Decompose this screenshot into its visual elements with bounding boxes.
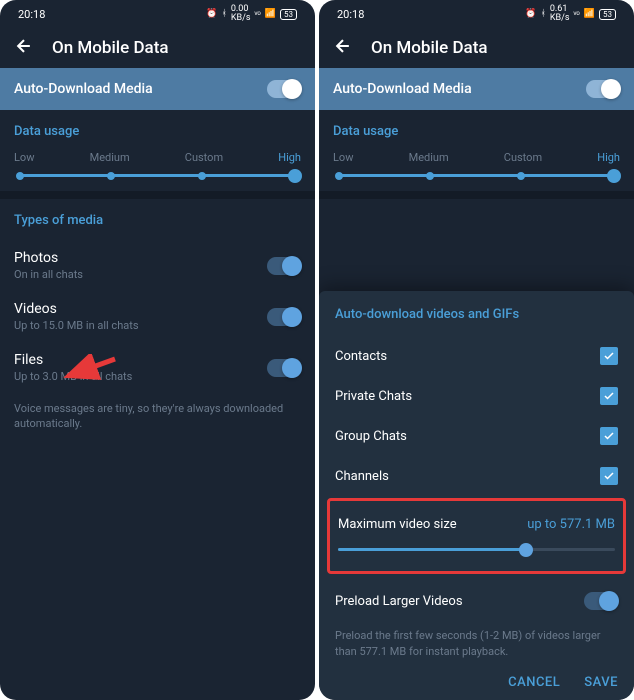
annotation-arrow-icon [60, 354, 120, 384]
slider-label-low: Low [14, 151, 34, 164]
dialog-actions: CANCEL SAVE [335, 667, 618, 690]
volte-icon: ᵛᵒ [254, 9, 260, 20]
banner-title: Auto-Download Media [333, 81, 472, 97]
videos-toggle[interactable] [267, 308, 301, 326]
photos-title: Photos [14, 250, 83, 266]
slider-label-low: Low [333, 151, 353, 164]
slider-thumb[interactable] [607, 169, 621, 183]
volte-icon: ᵛᵒ [573, 9, 579, 20]
page-title: On Mobile Data [371, 38, 488, 58]
page-title: On Mobile Data [52, 38, 169, 58]
preload-label: Preload Larger Videos [335, 594, 463, 609]
photos-toggle[interactable] [267, 257, 301, 275]
slider-labels: Low Medium Custom High [333, 151, 620, 164]
section-divider [319, 191, 634, 199]
auto-download-banner[interactable]: Auto-Download Media [0, 68, 315, 110]
banner-title: Auto-Download Media [14, 81, 153, 97]
phone-right: 20:18 ⏰ ᚼ 0.61KB/s ᵛᵒ 📶 53 On Mobile Dat… [319, 0, 634, 700]
slider-label-high: High [278, 151, 301, 164]
files-row[interactable]: Files Up to 3.0 MB in all chats [14, 342, 301, 393]
slider-label-medium: Medium [409, 151, 449, 164]
data-rate: 0.61KB/s [550, 5, 570, 23]
types-title: Types of media [14, 213, 301, 228]
videos-row[interactable]: Videos Up to 15.0 MB in all chats [14, 291, 301, 342]
signal-icon: 📶 [584, 9, 595, 19]
channels-checkbox[interactable] [600, 467, 618, 485]
max-size-row: Maximum video size up to 577.1 MB [338, 507, 615, 538]
max-size-label: Maximum video size [338, 517, 457, 532]
alarm-icon: ⏰ [206, 9, 217, 19]
files-toggle[interactable] [267, 359, 301, 377]
private-chats-row[interactable]: Private Chats [335, 376, 618, 416]
group-chats-label: Group Chats [335, 429, 407, 444]
contacts-checkbox[interactable] [600, 347, 618, 365]
save-button[interactable]: SAVE [584, 675, 618, 690]
battery-icon: 53 [599, 9, 616, 20]
channels-row[interactable]: Channels [335, 456, 618, 496]
cancel-button[interactable]: CANCEL [508, 675, 560, 690]
private-chats-checkbox[interactable] [600, 387, 618, 405]
auto-download-toggle[interactable] [586, 80, 620, 98]
status-time: 20:18 [18, 8, 45, 21]
photos-sub: On in all chats [14, 268, 83, 281]
slider-label-custom: Custom [504, 151, 542, 164]
alarm-icon: ⏰ [525, 9, 536, 19]
types-of-media-section: Types of media Photos On in all chats Vi… [0, 199, 315, 454]
status-right: ⏰ ᚼ 0.00KB/s ᵛᵒ 📶 53 [206, 5, 297, 23]
dialog-title: Auto-download videos and GIFs [335, 307, 618, 322]
data-usage-section: Data usage Low Medium Custom High [0, 110, 315, 191]
data-usage-section: Data usage Low Medium Custom High [319, 110, 634, 191]
group-chats-checkbox[interactable] [600, 427, 618, 445]
data-usage-title: Data usage [333, 124, 620, 139]
preload-note: Preload the first few seconds (1-2 MB) o… [335, 620, 618, 667]
preload-toggle[interactable] [584, 592, 618, 610]
voice-note: Voice messages are tiny, so they're alwa… [14, 393, 301, 440]
photos-row[interactable]: Photos On in all chats [14, 240, 301, 291]
bluetooth-icon: ᚼ [540, 9, 545, 19]
slider-label-custom: Custom [185, 151, 223, 164]
section-divider [0, 191, 315, 199]
app-bar: On Mobile Data [319, 28, 634, 68]
status-bar: 20:18 ⏰ ᚼ 0.61KB/s ᵛᵒ 📶 53 [319, 0, 634, 28]
phone-left: 20:18 ⏰ ᚼ 0.00KB/s ᵛᵒ 📶 53 On Mobile Dat… [0, 0, 315, 700]
auto-download-toggle[interactable] [267, 80, 301, 98]
max-size-slider[interactable] [338, 548, 615, 551]
data-usage-slider[interactable] [20, 174, 295, 177]
battery-icon: 53 [280, 9, 297, 20]
auto-download-banner[interactable]: Auto-Download Media [319, 68, 634, 110]
videos-sub: Up to 15.0 MB in all chats [14, 319, 139, 332]
auto-download-dialog: Auto-download videos and GIFs Contacts P… [319, 291, 634, 700]
slider-thumb[interactable] [288, 169, 302, 183]
contacts-row[interactable]: Contacts [335, 336, 618, 376]
group-chats-row[interactable]: Group Chats [335, 416, 618, 456]
slider-label-high: High [597, 151, 620, 164]
slider-labels: Low Medium Custom High [14, 151, 301, 164]
status-right: ⏰ ᚼ 0.61KB/s ᵛᵒ 📶 53 [525, 5, 616, 23]
data-usage-title: Data usage [14, 124, 301, 139]
annotation-highlight: Maximum video size up to 577.1 MB [327, 498, 626, 574]
size-slider-thumb[interactable] [519, 543, 533, 557]
back-icon[interactable] [333, 36, 353, 60]
back-icon[interactable] [14, 36, 34, 60]
max-size-value: up to 577.1 MB [527, 517, 615, 532]
status-time: 20:18 [337, 8, 364, 21]
bluetooth-icon: ᚼ [221, 9, 226, 19]
app-bar: On Mobile Data [0, 28, 315, 68]
preload-row[interactable]: Preload Larger Videos [335, 582, 618, 620]
signal-icon: 📶 [265, 9, 276, 19]
videos-title: Videos [14, 301, 139, 317]
status-bar: 20:18 ⏰ ᚼ 0.00KB/s ᵛᵒ 📶 53 [0, 0, 315, 28]
channels-label: Channels [335, 469, 389, 484]
data-rate: 0.00KB/s [231, 5, 251, 23]
slider-label-medium: Medium [90, 151, 130, 164]
private-chats-label: Private Chats [335, 389, 412, 404]
data-usage-slider[interactable] [339, 174, 614, 177]
contacts-label: Contacts [335, 349, 387, 364]
